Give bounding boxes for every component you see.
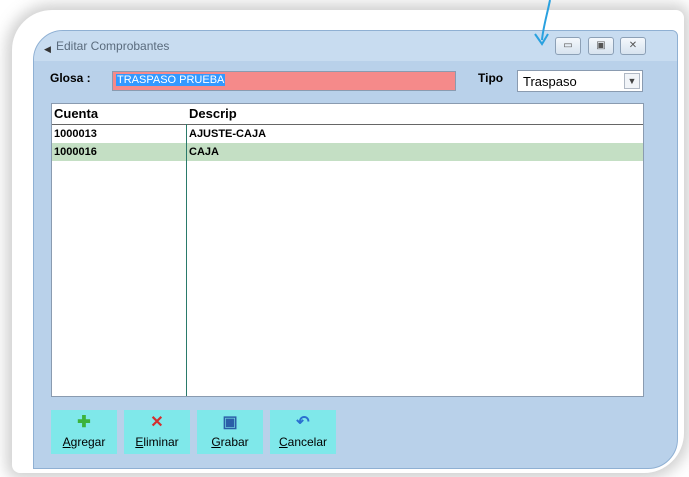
delete-icon: ✕: [150, 414, 164, 431]
eliminar-button[interactable]: ✕ Eliminar: [124, 410, 190, 454]
column-divider: [186, 124, 187, 396]
title-bar: ◀ Editar Comprobantes ▭ ▣ ✕: [34, 31, 677, 61]
cell-cuenta: 1000016: [54, 146, 97, 158]
tipo-selected-value: Traspaso: [523, 74, 577, 89]
column-header-cuenta[interactable]: Cuenta: [54, 106, 98, 121]
window-icon: ◀: [44, 45, 51, 55]
maximize-icon: ▣: [596, 40, 606, 51]
cancelar-button[interactable]: ↶ Cancelar: [270, 410, 336, 454]
grabar-button[interactable]: ▣ Grabar: [197, 410, 263, 454]
glosa-input[interactable]: TRASPASO PRUEBA: [112, 71, 456, 91]
cell-cuenta: 1000013: [54, 128, 97, 140]
agregar-button[interactable]: ✚ Agregar: [51, 410, 117, 454]
tipo-select[interactable]: Traspaso ▼: [517, 70, 643, 92]
save-icon: ▣: [222, 414, 238, 431]
table-row[interactable]: 1000013 AJUSTE-CAJA: [52, 125, 643, 143]
maximize-button[interactable]: ▣: [588, 37, 614, 55]
close-button[interactable]: ✕: [620, 37, 646, 55]
glosa-value: TRASPASO PRUEBA: [116, 74, 226, 86]
close-icon: ✕: [628, 40, 638, 51]
grid-header: Cuenta Descrip: [52, 104, 643, 125]
glosa-label: Glosa :: [50, 71, 91, 85]
chevron-down-icon[interactable]: ▼: [624, 73, 640, 89]
add-icon: ✚: [77, 414, 91, 431]
column-header-descrip[interactable]: Descrip: [189, 106, 237, 121]
undo-icon: ↶: [296, 414, 310, 431]
dialog-window: ◀ Editar Comprobantes ▭ ▣ ✕ Glosa : TRAS…: [33, 30, 678, 469]
cell-descrip: CAJA: [189, 146, 219, 158]
tipo-label: Tipo: [478, 71, 504, 85]
cell-descrip: AJUSTE-CAJA: [189, 128, 267, 140]
window-title: Editar Comprobantes: [56, 39, 170, 53]
cuentas-grid[interactable]: Cuenta Descrip 1000013 AJUSTE-CAJA 10000…: [51, 103, 644, 397]
annotation-arrow-icon: [534, 0, 551, 46]
table-row-selected[interactable]: 1000016 CAJA: [52, 143, 643, 161]
